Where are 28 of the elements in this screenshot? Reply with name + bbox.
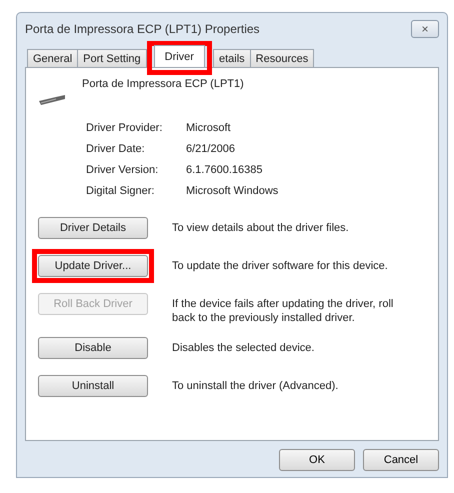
tab[interactable]: Port Setting — [77, 49, 147, 67]
action-description: If the device fails after updating the driver, roll back to the previously installed driver. — [172, 297, 394, 325]
window-title: Porta de Impressora ECP (LPT1) Properties — [25, 22, 260, 36]
dialog-button[interactable]: Cancel — [363, 449, 439, 471]
action-button[interactable]: Driver Details — [38, 217, 148, 239]
property-label: Driver Version: — [86, 164, 160, 176]
property-label: Driver Provider: — [86, 122, 164, 134]
connector-icon — [38, 92, 66, 108]
action-description: Disables the selected device. — [172, 341, 314, 355]
property-label: Digital Signer: — [86, 185, 156, 197]
tab[interactable]: General — [27, 49, 78, 67]
action-button[interactable]: Uninstall — [38, 375, 148, 397]
tab[interactable]: Driver — [154, 45, 205, 67]
tab[interactable]: etails — [212, 49, 251, 67]
dialog-button[interactable]: OK — [279, 449, 355, 471]
close-button[interactable]: × — [411, 20, 439, 38]
action-button[interactable]: Disable — [38, 337, 148, 359]
action-button[interactable]: Update Driver... — [38, 255, 148, 277]
device-name: Porta de Impressora ECP (LPT1) — [82, 78, 244, 90]
property-value: 6.1.7600.16385 — [186, 164, 264, 176]
tab[interactable]: Resources — [250, 49, 314, 67]
action-description: To uninstall the driver (Advanced). — [172, 379, 338, 393]
property-value: 6/21/2006 — [186, 143, 236, 155]
property-value: Microsoft — [186, 122, 232, 134]
property-label: Driver Date: — [86, 143, 146, 155]
action-description: To update the driver software for this device. — [172, 259, 388, 273]
action-description: To view details about the driver files. — [172, 221, 349, 235]
property-value: Microsoft Windows — [186, 185, 280, 197]
